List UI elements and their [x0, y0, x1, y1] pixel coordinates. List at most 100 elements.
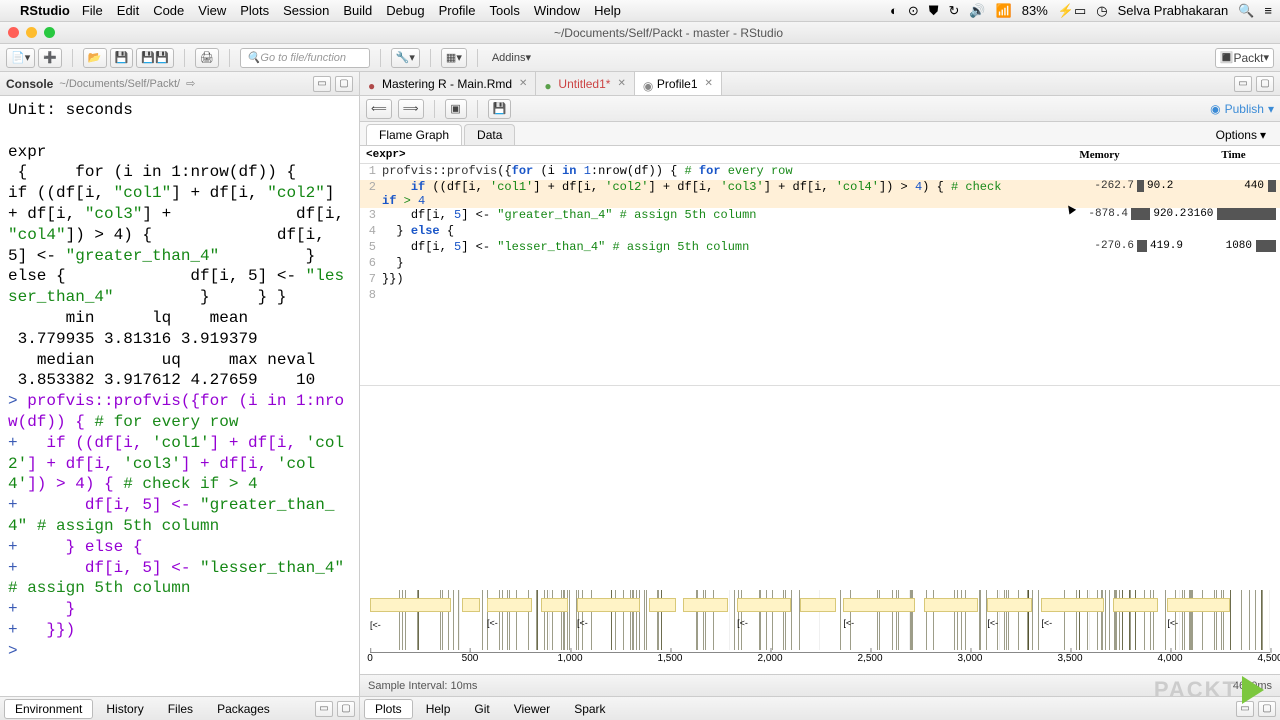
tab-environment[interactable]: Environment	[4, 699, 93, 719]
maximize-pane-icon[interactable]: ▢	[337, 701, 355, 717]
menu-build[interactable]: Build	[343, 3, 372, 18]
new-project-button[interactable]: ➕	[38, 48, 62, 68]
goto-file-input[interactable]: 🔍 Go to file/function	[240, 48, 370, 68]
tab-plots[interactable]: Plots	[364, 699, 413, 719]
profile-code-line[interactable]: 5 df[i, 5] <- "lesser_than_4" # assign 5…	[360, 240, 1280, 256]
tab-packages[interactable]: Packages	[206, 699, 281, 719]
axis-tick: 1,000	[557, 653, 582, 664]
username[interactable]: Selva Prabhakaran	[1118, 3, 1229, 18]
axis-tick: 2,500	[857, 653, 882, 664]
tools-button[interactable]: 🔧▾	[391, 48, 420, 68]
axis-tick: 0	[367, 653, 373, 664]
tab-viewer[interactable]: Viewer	[503, 699, 561, 719]
axis-tick: 3,000	[957, 653, 982, 664]
minimize-pane-icon[interactable]: ▭	[313, 76, 331, 92]
play-icon	[1242, 676, 1264, 704]
profile-code-line[interactable]: 6 }	[360, 256, 1280, 272]
menu-help[interactable]: Help	[594, 3, 621, 18]
save-all-button[interactable]: 💾💾	[136, 48, 173, 68]
battery-icon[interactable]: ⚡▭	[1058, 3, 1086, 19]
close-tab-icon[interactable]: ✕	[617, 78, 625, 89]
flame-footer: Sample Interval: 10ms 4680ms	[360, 674, 1280, 696]
close-window[interactable]	[8, 27, 19, 38]
spotlight-icon[interactable]: 🔍	[1238, 3, 1254, 19]
tab-spark[interactable]: Spark	[563, 699, 616, 719]
profile-view-tabs: Flame Graph Data Options ▾	[360, 122, 1280, 146]
menu-code[interactable]: Code	[153, 3, 184, 18]
tab-git[interactable]: Git	[463, 699, 500, 719]
tab-help[interactable]: Help	[415, 699, 462, 719]
menu-debug[interactable]: Debug	[386, 3, 424, 18]
wifi-icon[interactable]: 📶	[996, 3, 1012, 19]
options-button[interactable]: Options ▾	[1208, 125, 1274, 145]
axis-tick: 500	[462, 653, 479, 664]
minimize-window[interactable]	[26, 27, 37, 38]
tab-flame-graph[interactable]: Flame Graph	[366, 124, 462, 145]
window-controls	[8, 27, 55, 38]
rstudio-toolbar: 📄▾ ➕ 📂 💾 💾💾 🖨 🔍 Go to file/function 🔧▾ ▦…	[0, 44, 1280, 72]
menu-session[interactable]: Session	[283, 3, 329, 18]
profile-code-panel: <expr> Memory Time 1profvis::profvis({fo…	[360, 146, 1280, 386]
maximize-pane-icon[interactable]: ▢	[335, 76, 353, 92]
minimize-pane-icon[interactable]: ▭	[315, 701, 333, 717]
profile-icon: ◉	[643, 79, 653, 89]
app-name[interactable]: RStudio	[20, 3, 70, 18]
menu-edit[interactable]: Edit	[117, 3, 139, 18]
menu-plots[interactable]: Plots	[240, 3, 269, 18]
file-tab-mastering[interactable]: ● Mastering R - Main.Rmd ✕	[360, 72, 536, 95]
axis-tick: 4,000	[1157, 653, 1182, 664]
window-title: ~/Documents/Self/Packt - master - RStudi…	[65, 26, 1272, 40]
profile-code-line[interactable]: 1profvis::profvis({for (i in 1:nrow(df))…	[360, 164, 1280, 180]
console-label: Console	[6, 77, 53, 91]
shield-icon[interactable]: ⛊	[929, 3, 939, 19]
axis-tick: 3,500	[1057, 653, 1082, 664]
grid-button[interactable]: ▦▾	[441, 48, 467, 68]
minimize-pane-icon[interactable]: ▭	[1234, 76, 1252, 92]
rmd-icon: ●	[368, 79, 378, 89]
close-tab-icon[interactable]: ✕	[705, 78, 713, 89]
forward-button[interactable]: ⟹	[398, 99, 424, 119]
tab-data[interactable]: Data	[464, 124, 515, 145]
tab-history[interactable]: History	[95, 699, 154, 719]
expr-header: <expr>	[360, 149, 406, 161]
tab-files[interactable]: Files	[157, 699, 204, 719]
editor-toolbar: ⟸ ⟹ ▣ 💾 ◉ Publish ▾	[360, 96, 1280, 122]
volume-icon[interactable]: 🔊	[969, 3, 985, 19]
menu-window[interactable]: Window	[534, 3, 580, 18]
profile-code-line[interactable]: 8	[360, 288, 1280, 304]
new-file-button[interactable]: 📄▾	[6, 48, 35, 68]
maximize-pane-icon[interactable]: ▢	[1256, 76, 1274, 92]
close-tab-icon[interactable]: ✕	[519, 78, 527, 89]
clock-icon[interactable]: ◷	[1096, 3, 1107, 19]
profile-code-line[interactable]: 4 } else {	[360, 224, 1280, 240]
open-button[interactable]: 📂	[83, 48, 107, 68]
addins-button[interactable]: Addins ▾	[488, 48, 535, 68]
zoom-window[interactable]	[44, 27, 55, 38]
menu-extras-icon[interactable]: ≡	[1264, 3, 1272, 18]
flame-graph-panel[interactable]: [<- [<- [<- [<- [<- [<- [<-	[360, 386, 1280, 696]
save-profile-button[interactable]: 💾	[488, 99, 512, 119]
menu-profile[interactable]: Profile	[439, 3, 476, 18]
timemachine-icon[interactable]: ↻	[949, 3, 960, 19]
menu-file[interactable]: File	[82, 3, 103, 18]
show-in-window-button[interactable]: ▣	[445, 99, 467, 119]
console-path-icon[interactable]: ⇨	[186, 77, 195, 90]
status-icon[interactable]: ⊙	[908, 3, 919, 19]
project-label[interactable]: 🔳 Packt ▾	[1215, 48, 1274, 68]
back-button[interactable]: ⟸	[366, 99, 392, 119]
r-icon: ●	[544, 79, 554, 89]
packt-logo: PACKT	[1154, 676, 1264, 704]
menu-view[interactable]: View	[198, 3, 226, 18]
status-icon[interactable]: ◐	[890, 3, 898, 18]
console-output[interactable]: Unit: seconds expr { for (i in 1:nrow(df…	[0, 96, 359, 696]
menu-tools[interactable]: Tools	[489, 3, 519, 18]
file-tab-profile1[interactable]: ◉ Profile1 ✕	[635, 72, 722, 95]
profile-code-line[interactable]: 3 df[i, 5] <- "greater_than_4" # assign …	[360, 208, 1280, 224]
battery-pct: 83%	[1022, 3, 1048, 18]
profile-code-line[interactable]: 7}})	[360, 272, 1280, 288]
print-button[interactable]: 🖨	[195, 48, 219, 68]
publish-button[interactable]: ◉ Publish ▾	[1210, 102, 1274, 116]
profile-code-line[interactable]: 2 if ((df[i, 'col1'] + df[i, 'col2'] + d…	[360, 180, 1280, 208]
save-button[interactable]: 💾	[110, 48, 134, 68]
file-tab-untitled[interactable]: ● Untitled1* ✕	[536, 72, 634, 95]
